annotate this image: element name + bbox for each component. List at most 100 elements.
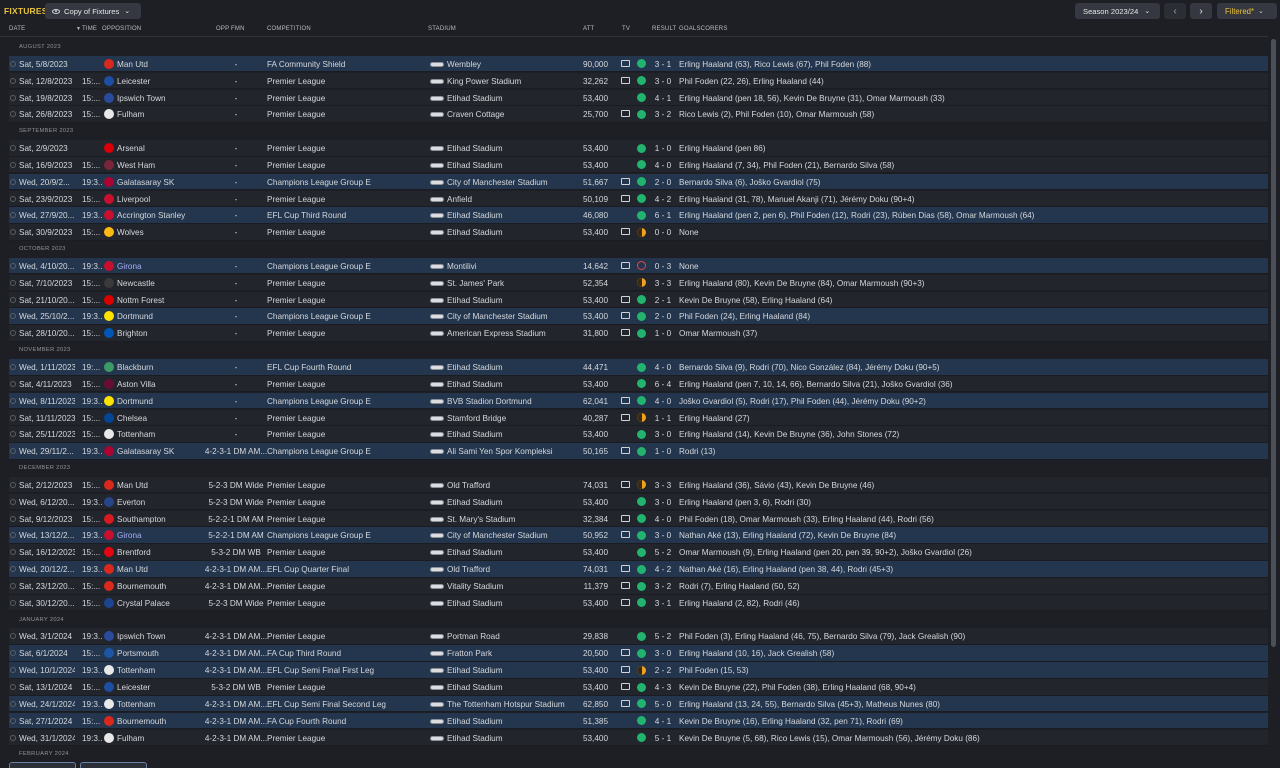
row-select-radio[interactable] bbox=[10, 330, 16, 337]
fixture-row[interactable]: Sat, 2/9/2023 Arsenal - Premier League Etiha… bbox=[9, 140, 1268, 157]
competition-name[interactable]: Champions League Group E bbox=[267, 531, 417, 540]
fixture-row[interactable]: Wed, 6/12/20... 19:3... Everton5-2-3 DM Wi… bbox=[9, 493, 1268, 511]
result-score[interactable]: 4 - 1 bbox=[651, 717, 675, 726]
opposition-name[interactable]: Wolves bbox=[117, 228, 207, 237]
opposition-name[interactable]: Man Utd bbox=[117, 60, 207, 69]
fixture-row[interactable]: Sat, 26/8/2023 15:... Fulham - Premier Leagu… bbox=[9, 106, 1268, 123]
row-select-radio[interactable] bbox=[10, 667, 16, 674]
opposition-name[interactable]: Nottm Forest bbox=[117, 296, 207, 305]
col-competition[interactable]: COMPETITION bbox=[267, 26, 311, 32]
result-score[interactable]: 3 - 3 bbox=[651, 481, 675, 490]
fixture-row[interactable]: Sat, 19/8/2023 15:... Ipswich Town - Premier… bbox=[9, 89, 1268, 107]
prev-season-button[interactable]: ‹ bbox=[1164, 3, 1186, 19]
row-select-radio[interactable] bbox=[10, 397, 16, 404]
row-select-radio[interactable] bbox=[10, 532, 16, 539]
competition-name[interactable]: Premier League bbox=[267, 279, 417, 288]
result-score[interactable]: 1 - 0 bbox=[651, 144, 675, 153]
opposition-name[interactable]: Blackburn bbox=[117, 363, 207, 372]
fixture-row[interactable]: Sat, 9/12/2023 15:... Southampton 5-2-2-1 D… bbox=[9, 510, 1268, 528]
competition-name[interactable]: Premier League bbox=[267, 515, 417, 524]
competition-name[interactable]: FA Community Shield bbox=[267, 60, 417, 69]
opposition-name[interactable]: Man Utd bbox=[117, 565, 207, 574]
opposition-name[interactable]: Southampton bbox=[117, 515, 207, 524]
fixture-row[interactable]: Sat, 30/9/2023 15:... Wolves - Premier Leagu… bbox=[9, 224, 1268, 241]
result-score[interactable]: 3 - 2 bbox=[651, 582, 675, 591]
opposition-name[interactable]: Leicester bbox=[117, 683, 207, 692]
fixture-row[interactable]: Wed, 3/1/2024 19:3... Ipswich Town4-2-3-1 … bbox=[9, 628, 1268, 646]
row-select-radio[interactable] bbox=[10, 111, 16, 118]
row-select-radio[interactable] bbox=[10, 481, 16, 488]
opposition-name[interactable]: Bournemouth bbox=[117, 717, 207, 726]
competition-name[interactable]: Premier League bbox=[267, 110, 417, 119]
competition-name[interactable]: Champions League Group E bbox=[267, 312, 417, 321]
result-score[interactable]: 6 - 1 bbox=[651, 211, 675, 220]
fixture-row[interactable]: Sat, 6/1/2024 15:... Portsmouth 4-2-3-1 DM … bbox=[9, 645, 1268, 662]
fixture-row[interactable]: Sat, 5/8/2023 Man Utd - FA Community Shield… bbox=[9, 55, 1268, 73]
result-score[interactable]: 3 - 0 bbox=[651, 498, 675, 507]
result-score[interactable]: 4 - 1 bbox=[651, 94, 675, 103]
competition-name[interactable]: EFL Cup Third Round bbox=[267, 211, 417, 220]
fixture-row[interactable]: Sat, 23/9/2023 15:... Liverpool - Premier Le… bbox=[9, 190, 1268, 208]
competition-name[interactable]: Premier League bbox=[267, 734, 417, 743]
bottom-action-button[interactable] bbox=[80, 762, 147, 768]
competition-name[interactable]: FA Cup Fourth Round bbox=[267, 717, 417, 726]
fixture-row[interactable]: Sat, 16/12/2023 15:... Brentford 5-3-2 DM W… bbox=[9, 544, 1268, 561]
row-select-radio[interactable] bbox=[10, 178, 16, 185]
fixture-row[interactable]: Sat, 7/10/2023 15:... Newcastle - Premier Le… bbox=[9, 274, 1268, 292]
fixture-row[interactable]: Sat, 28/10/20... 15:... Brighton - Premier L… bbox=[9, 325, 1268, 342]
result-score[interactable]: 4 - 2 bbox=[651, 195, 675, 204]
row-select-radio[interactable] bbox=[10, 717, 16, 724]
row-select-radio[interactable] bbox=[10, 363, 16, 370]
row-select-radio[interactable] bbox=[10, 431, 16, 438]
result-score[interactable]: 5 - 1 bbox=[651, 734, 675, 743]
opposition-name[interactable]: Man Utd bbox=[117, 481, 207, 490]
row-select-radio[interactable] bbox=[10, 582, 16, 589]
competition-name[interactable]: Premier League bbox=[267, 683, 417, 692]
result-score[interactable]: 5 - 0 bbox=[651, 700, 675, 709]
fixture-row[interactable]: Wed, 31/1/2024 19:3... Fulham4-2-3-1 DM AM… bbox=[9, 729, 1268, 747]
competition-name[interactable]: Premier League bbox=[267, 430, 417, 439]
opposition-name[interactable]: Bournemouth bbox=[117, 582, 207, 591]
competition-name[interactable]: EFL Cup Semi Final First Leg bbox=[267, 666, 417, 675]
competition-name[interactable]: Premier League bbox=[267, 77, 417, 86]
row-select-radio[interactable] bbox=[10, 498, 16, 505]
competition-name[interactable]: Premier League bbox=[267, 228, 417, 237]
fixture-row[interactable]: Wed, 29/11/2... 19:3... Galatasaray SK4-2-… bbox=[9, 443, 1268, 460]
col-opposition[interactable]: OPPOSITION bbox=[102, 26, 141, 32]
fixture-row[interactable]: Sat, 30/12/20... 15:... Crystal Palace 5-2-… bbox=[9, 594, 1268, 612]
result-score[interactable]: 4 - 0 bbox=[651, 397, 675, 406]
opposition-name[interactable]: Brighton bbox=[117, 329, 207, 338]
col-tv[interactable]: TV bbox=[622, 26, 630, 32]
col-att[interactable]: ATT bbox=[583, 26, 595, 32]
fixture-row[interactable]: Wed, 1/11/2023 19:... Blackburn - EFL Cup Fo… bbox=[9, 358, 1268, 376]
result-score[interactable]: 1 - 0 bbox=[651, 447, 675, 456]
result-score[interactable]: 4 - 0 bbox=[651, 363, 675, 372]
row-select-radio[interactable] bbox=[10, 448, 16, 455]
result-score[interactable]: 2 - 2 bbox=[651, 666, 675, 675]
opposition-name[interactable]: Fulham bbox=[117, 110, 207, 119]
fixture-row[interactable]: Sat, 25/11/2023 15:... Tottenham - Premier L… bbox=[9, 426, 1268, 443]
result-score[interactable]: 3 - 0 bbox=[651, 649, 675, 658]
fixture-row[interactable]: Wed, 8/11/2023 19:3... Dortmund - Champions … bbox=[9, 392, 1268, 410]
opposition-name[interactable]: Girona bbox=[117, 531, 207, 540]
row-select-radio[interactable] bbox=[10, 734, 16, 741]
fixture-row[interactable]: Wed, 27/9/20... 19:3... Accrington Stanley… bbox=[9, 207, 1268, 224]
filter-button[interactable]: Filtered* ⌄ bbox=[1217, 3, 1277, 19]
competition-name[interactable]: FA Cup Third Round bbox=[267, 649, 417, 658]
competition-name[interactable]: Premier League bbox=[267, 380, 417, 389]
col-opp-fmn[interactable]: OPP FMN bbox=[216, 26, 245, 32]
opposition-name[interactable]: West Ham bbox=[117, 161, 207, 170]
competition-name[interactable]: Premier League bbox=[267, 161, 417, 170]
opposition-name[interactable]: Girona bbox=[117, 262, 207, 271]
row-select-radio[interactable] bbox=[10, 414, 16, 421]
result-score[interactable]: 3 - 1 bbox=[651, 60, 675, 69]
result-score[interactable]: 3 - 0 bbox=[651, 531, 675, 540]
row-select-radio[interactable] bbox=[10, 633, 16, 640]
result-score[interactable]: 3 - 3 bbox=[651, 279, 675, 288]
competition-name[interactable]: Champions League Group E bbox=[267, 397, 417, 406]
row-select-radio[interactable] bbox=[10, 700, 16, 707]
competition-name[interactable]: Premier League bbox=[267, 296, 417, 305]
result-score[interactable]: 2 - 1 bbox=[651, 296, 675, 305]
result-score[interactable]: 5 - 2 bbox=[651, 632, 675, 641]
row-select-radio[interactable] bbox=[10, 684, 16, 690]
